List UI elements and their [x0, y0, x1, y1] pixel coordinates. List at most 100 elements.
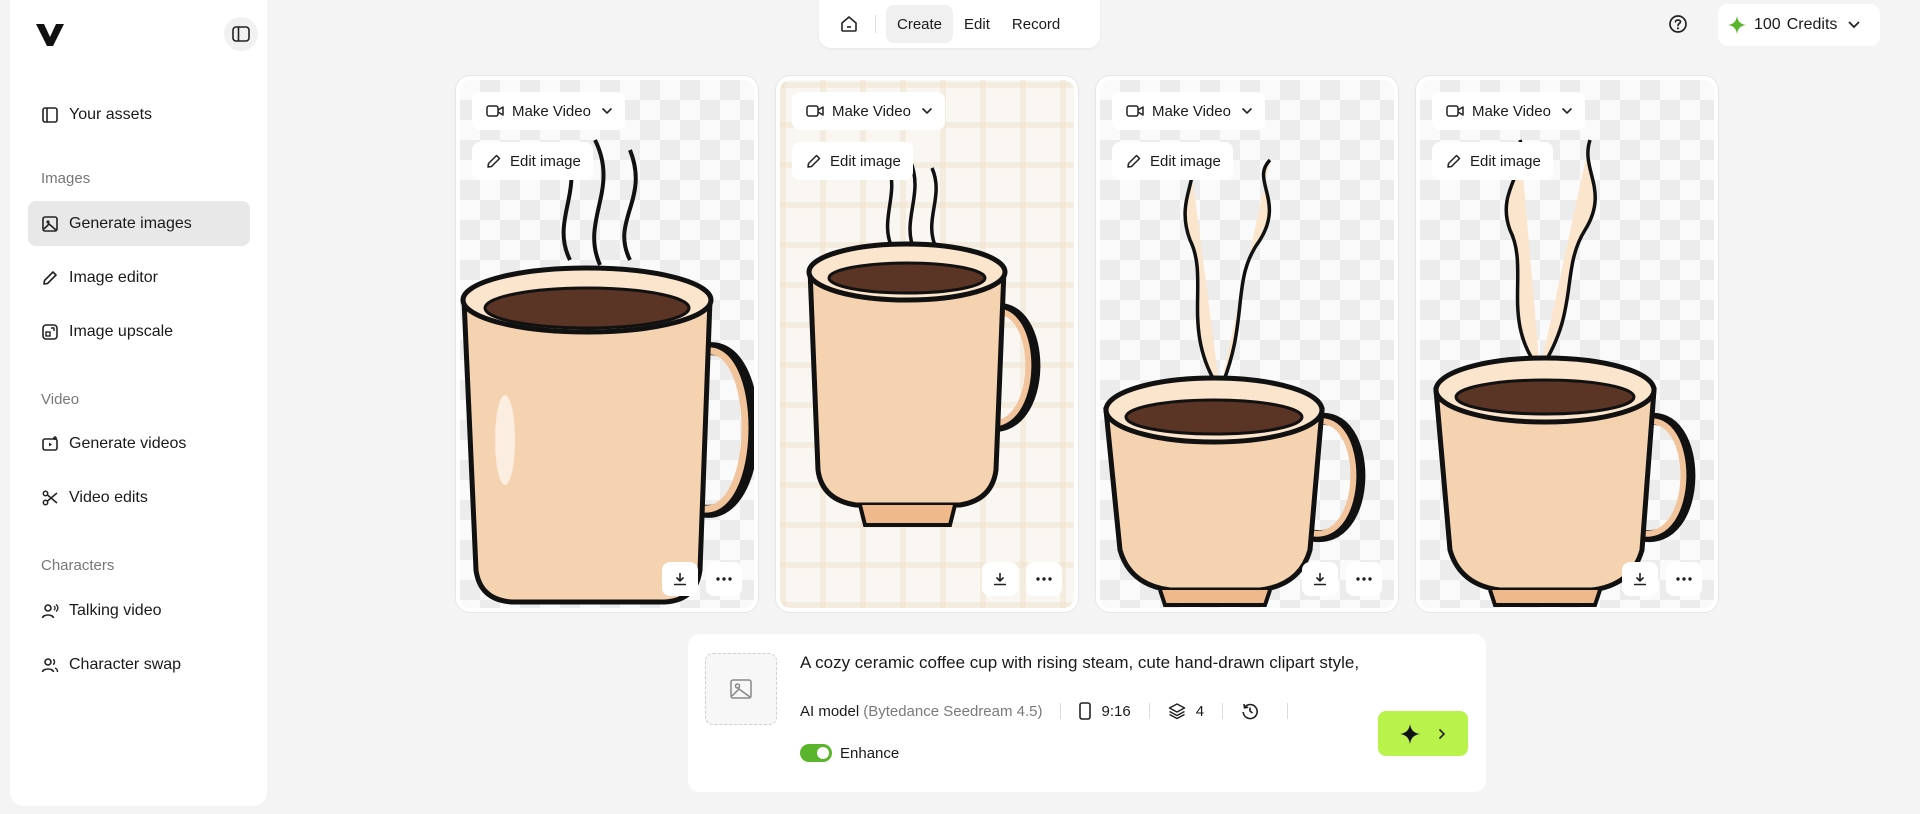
image-count-selector[interactable]: 4 [1168, 702, 1204, 720]
logo-icon[interactable] [34, 22, 66, 53]
video-camera-icon [486, 105, 504, 117]
pencil-icon [43, 270, 57, 285]
model-selector[interactable]: AI model (Bytedance Seedream 4.5) [800, 703, 1042, 720]
sidebar-item-talking-video[interactable]: Talking video [28, 588, 250, 633]
option-divider [1222, 703, 1224, 719]
sidebar-item-your-assets[interactable]: Your assets [28, 92, 250, 137]
download-button[interactable] [1622, 562, 1658, 596]
sidebar-item-generate-images[interactable]: Generate images [28, 201, 250, 246]
sidebar-item-label: Generate images [69, 214, 192, 232]
home-button[interactable] [831, 6, 867, 42]
video-camera-icon [806, 105, 824, 117]
result-card-2[interactable]: Make Video Edit image [776, 76, 1078, 612]
sidebar-item-character-swap[interactable]: Character swap [28, 642, 250, 687]
pencil-icon [807, 154, 821, 168]
pencil-icon [1447, 154, 1461, 168]
top-navigation: Create Edit Record [819, 0, 1100, 48]
option-divider [1060, 703, 1062, 719]
sidebar-item-video-edits[interactable]: Video edits [28, 475, 250, 520]
nav-divider [875, 15, 876, 33]
pencil-icon [487, 154, 501, 168]
video-camera-icon [1446, 105, 1464, 117]
users-icon [41, 657, 59, 672]
section-label-characters: Characters [41, 557, 115, 574]
enhance-toggle[interactable] [800, 744, 832, 762]
sidebar-toggle-button[interactable] [224, 17, 258, 51]
chevron-down-icon [601, 107, 613, 115]
aspect-ratio-selector[interactable]: 9:16 [1079, 702, 1131, 720]
sparkle-icon [1400, 723, 1420, 744]
more-horizontal-icon [1676, 577, 1692, 581]
download-button[interactable] [662, 562, 698, 596]
make-video-label: Make Video [832, 102, 911, 120]
sidebar-item-image-upscale[interactable]: Image upscale [28, 309, 250, 354]
more-options-button[interactable] [1666, 562, 1702, 596]
prompt-input[interactable]: A cozy ceramic coffee cup with rising st… [800, 653, 1359, 673]
download-button[interactable] [982, 562, 1018, 596]
credits-dropdown[interactable]: 100 Credits [1718, 4, 1880, 46]
more-options-button[interactable] [1026, 562, 1062, 596]
help-icon [1669, 15, 1687, 33]
download-icon [994, 573, 1006, 586]
layers-icon [1168, 703, 1185, 720]
enhance-label: Enhance [840, 744, 900, 762]
result-card-3[interactable]: Make Video Edit image [1096, 76, 1398, 612]
edit-image-button[interactable]: Edit image [792, 142, 913, 180]
sidebar-item-label: Image editor [69, 268, 158, 286]
result-card-4[interactable]: Make Video Edit image [1416, 76, 1718, 612]
sidebar: Your assets Images Generate images Image… [10, 0, 267, 806]
option-divider [1287, 703, 1289, 719]
edit-image-label: Edit image [510, 152, 581, 170]
edit-image-button[interactable]: Edit image [472, 142, 593, 180]
chevron-down-icon [921, 107, 933, 115]
make-video-label: Make Video [512, 102, 591, 120]
chevron-down-icon [1561, 107, 1573, 115]
download-icon [1634, 573, 1646, 586]
make-video-button[interactable]: Make Video [472, 92, 625, 130]
edit-image-label: Edit image [1470, 152, 1541, 170]
image-icon [42, 215, 58, 232]
generate-button[interactable] [1378, 711, 1468, 756]
more-options-button[interactable] [1346, 562, 1382, 596]
download-icon [1314, 573, 1326, 586]
sidebar-item-image-editor[interactable]: Image editor [28, 255, 250, 300]
tab-edit[interactable]: Edit [953, 5, 1001, 43]
sidebar-item-generate-videos[interactable]: Generate videos [28, 421, 250, 466]
upscale-icon [42, 323, 58, 340]
more-options-button[interactable] [706, 562, 742, 596]
chevron-down-icon [1241, 107, 1253, 115]
make-video-label: Make Video [1472, 102, 1551, 120]
option-divider [1148, 703, 1150, 719]
download-button[interactable] [1302, 562, 1338, 596]
tab-record[interactable]: Record [1001, 5, 1071, 43]
sidebar-item-label: Character swap [69, 655, 182, 673]
chevron-down-icon [1848, 21, 1861, 29]
prompt-panel: A cozy ceramic coffee cup with rising st… [688, 634, 1486, 792]
make-video-label: Make Video [1152, 102, 1231, 120]
more-horizontal-icon [1036, 577, 1052, 581]
download-icon [674, 573, 686, 586]
phone-portrait-icon [1079, 702, 1092, 720]
edit-image-button[interactable]: Edit image [1432, 142, 1553, 180]
tab-create[interactable]: Create [886, 5, 954, 43]
make-video-button[interactable]: Make Video [792, 92, 945, 130]
reference-image-upload[interactable] [705, 653, 777, 725]
sparkle-icon [1728, 16, 1746, 34]
chevron-right-icon [1438, 728, 1446, 739]
home-icon [841, 16, 857, 32]
credits-amount: 100 [1754, 16, 1781, 33]
enhance-toggle-row[interactable]: Enhance [800, 744, 899, 762]
more-horizontal-icon [716, 577, 732, 581]
aspect-ratio-value: 9:16 [1101, 702, 1131, 720]
generation-options: AI model (Bytedance Seedream 4.5) 9:16 4 [800, 700, 1306, 722]
result-card-1[interactable]: Make Video Edit image [456, 76, 758, 612]
make-video-button[interactable]: Make Video [1432, 92, 1585, 130]
book-icon [42, 106, 58, 123]
edit-image-button[interactable]: Edit image [1112, 142, 1233, 180]
section-label-images: Images [41, 170, 91, 187]
history-button[interactable] [1241, 702, 1269, 720]
history-icon [1242, 703, 1259, 720]
sidebar-item-label: Your assets [69, 105, 153, 123]
make-video-button[interactable]: Make Video [1112, 92, 1265, 130]
help-button[interactable] [1666, 12, 1690, 36]
